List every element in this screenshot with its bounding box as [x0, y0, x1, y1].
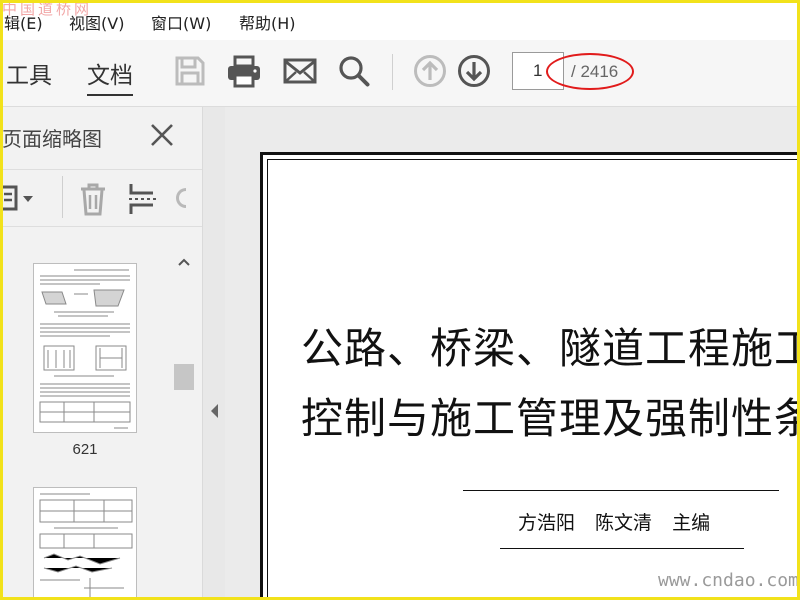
thumbnail-list: 621: [0, 243, 170, 600]
print-icon[interactable]: [226, 53, 262, 89]
menu-window[interactable]: 窗口(W): [151, 10, 211, 34]
menu-help[interactable]: 帮助(H): [239, 10, 296, 34]
menu-bar: 辑(E) 视图(V) 窗口(W) 帮助(H): [0, 0, 800, 40]
save-icon[interactable]: [172, 53, 208, 89]
title-rule-bottom: [500, 548, 744, 549]
chevron-up-icon[interactable]: [178, 251, 190, 270]
panel-collapse-strip[interactable]: [203, 107, 225, 600]
title-rule-top: [463, 490, 779, 491]
document-title-line2: 控制与施工管理及强制性条文: [301, 394, 800, 443]
panel-title: 页面缩略图: [2, 127, 102, 151]
page-thumbnail[interactable]: [33, 487, 137, 600]
scroll-thumb[interactable]: [174, 364, 194, 390]
document-page: 公路、桥梁、隧道工程施工组 控制与施工管理及强制性条文 方浩阳 陈文清 主编: [260, 152, 800, 600]
watermark-bottom: www.cndao.com: [658, 570, 799, 591]
page-thumbnail[interactable]: [33, 263, 137, 433]
crop-icon[interactable]: [127, 182, 161, 220]
thumbnail-panel: 页面缩略图 621: [0, 107, 203, 600]
page-options-icon[interactable]: [0, 184, 38, 216]
document-view[interactable]: 公路、桥梁、隧道工程施工组 控制与施工管理及强制性条文 方浩阳 陈文清 主编: [225, 107, 800, 600]
chevron-left-icon[interactable]: [209, 403, 219, 423]
tab-document[interactable]: 文档: [87, 56, 133, 96]
panel-toolbar: [0, 169, 202, 227]
document-title-line1: 公路、桥梁、隧道工程施工组: [301, 324, 800, 373]
panel-separator: [62, 176, 63, 218]
toolbar: 工具 文档 / 2416: [0, 40, 800, 107]
watermark-top: 中国道桥网: [2, 0, 93, 18]
document-authors: 方浩阳 陈文清 主编: [518, 512, 711, 534]
thumbnail-label: 621: [72, 441, 98, 458]
arrow-up-icon[interactable]: [412, 53, 448, 89]
close-icon[interactable]: [148, 121, 176, 149]
mail-icon[interactable]: [282, 53, 318, 89]
rotate-icon[interactable]: [176, 188, 186, 208]
search-icon[interactable]: [336, 53, 372, 89]
delete-icon[interactable]: [78, 182, 108, 220]
toolbar-separator: [392, 54, 393, 90]
highlight-ellipse: [546, 53, 634, 90]
arrow-down-icon[interactable]: [456, 53, 492, 89]
thumbnail-scrollbar[interactable]: [172, 243, 196, 600]
tab-tools[interactable]: 工具: [6, 56, 52, 90]
